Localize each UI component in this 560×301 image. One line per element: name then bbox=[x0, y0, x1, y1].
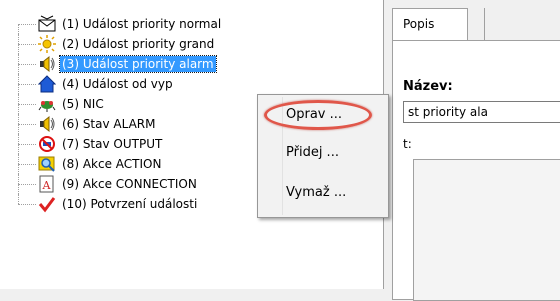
house-icon bbox=[38, 75, 56, 93]
sun-icon bbox=[38, 35, 56, 53]
tab-popis[interactable]: Popis bbox=[392, 8, 468, 40]
tree-item-label: (7) Stav OUTPUT bbox=[62, 137, 163, 151]
tree-connector bbox=[18, 124, 36, 125]
tree-item-label: (2) Událost priority grand bbox=[62, 37, 215, 51]
tree-connector bbox=[18, 104, 36, 105]
tab-divider bbox=[484, 8, 485, 40]
tree-connector bbox=[18, 184, 36, 185]
magnifier-icon bbox=[38, 155, 56, 173]
speaker-icon bbox=[38, 115, 56, 133]
tree-connector bbox=[18, 64, 36, 65]
tree-item-1[interactable]: (1) Událost priority normal bbox=[0, 14, 383, 34]
tree-connector bbox=[18, 144, 36, 145]
menu-item-add[interactable]: Přidej ... bbox=[286, 143, 339, 163]
prohibited-icon bbox=[38, 135, 56, 153]
tree-connector bbox=[18, 204, 36, 205]
highlight-ellipse bbox=[264, 100, 372, 130]
tree-item-label: (6) Stav ALARM bbox=[62, 117, 156, 131]
bug-icon bbox=[38, 95, 56, 113]
tree-item-3[interactable]: (3) Událost priority alarm bbox=[0, 54, 383, 74]
tree-connector bbox=[18, 194, 19, 204]
svg-text:A: A bbox=[42, 179, 52, 192]
tab-label: Popis bbox=[403, 17, 435, 31]
envelope-icon bbox=[38, 15, 56, 33]
tree-connector bbox=[18, 84, 36, 85]
tree-item-2[interactable]: (2) Událost priority grand bbox=[0, 34, 383, 54]
tree-connector bbox=[18, 24, 19, 34]
tree-item-label: (8) Akce ACTION bbox=[62, 157, 162, 171]
tree-connector bbox=[18, 24, 36, 25]
tree-item-label: (1) Událost priority normal bbox=[62, 17, 222, 31]
detail-panel: Popis Název: st priority ala t: bbox=[384, 0, 560, 301]
checkmark-icon bbox=[38, 195, 56, 213]
tree-connector bbox=[18, 164, 36, 165]
menu-item-delete[interactable]: Vymaž ... bbox=[286, 183, 346, 203]
second-field-label: t: bbox=[403, 137, 412, 151]
tree-item-label: (10) Potvrzení události bbox=[62, 197, 198, 211]
description-box[interactable] bbox=[413, 159, 560, 301]
tree-item-4[interactable]: (4) Událost od vyp bbox=[0, 74, 383, 94]
name-field[interactable]: st priority ala bbox=[403, 101, 560, 123]
tree-item-label: (4) Událost od vyp bbox=[62, 77, 173, 91]
tree-item-label: (9) Akce CONNECTION bbox=[62, 177, 197, 191]
tab-page: Název: st priority ala t: bbox=[392, 40, 560, 301]
tree-connector bbox=[18, 44, 36, 45]
tree-item-label: (5) NIC bbox=[62, 97, 104, 111]
tree-item-label: (3) Událost priority alarm bbox=[59, 55, 217, 73]
speaker-alarm-icon bbox=[38, 55, 56, 73]
name-label: Název: bbox=[403, 79, 453, 94]
document-a-icon: A bbox=[38, 175, 56, 193]
